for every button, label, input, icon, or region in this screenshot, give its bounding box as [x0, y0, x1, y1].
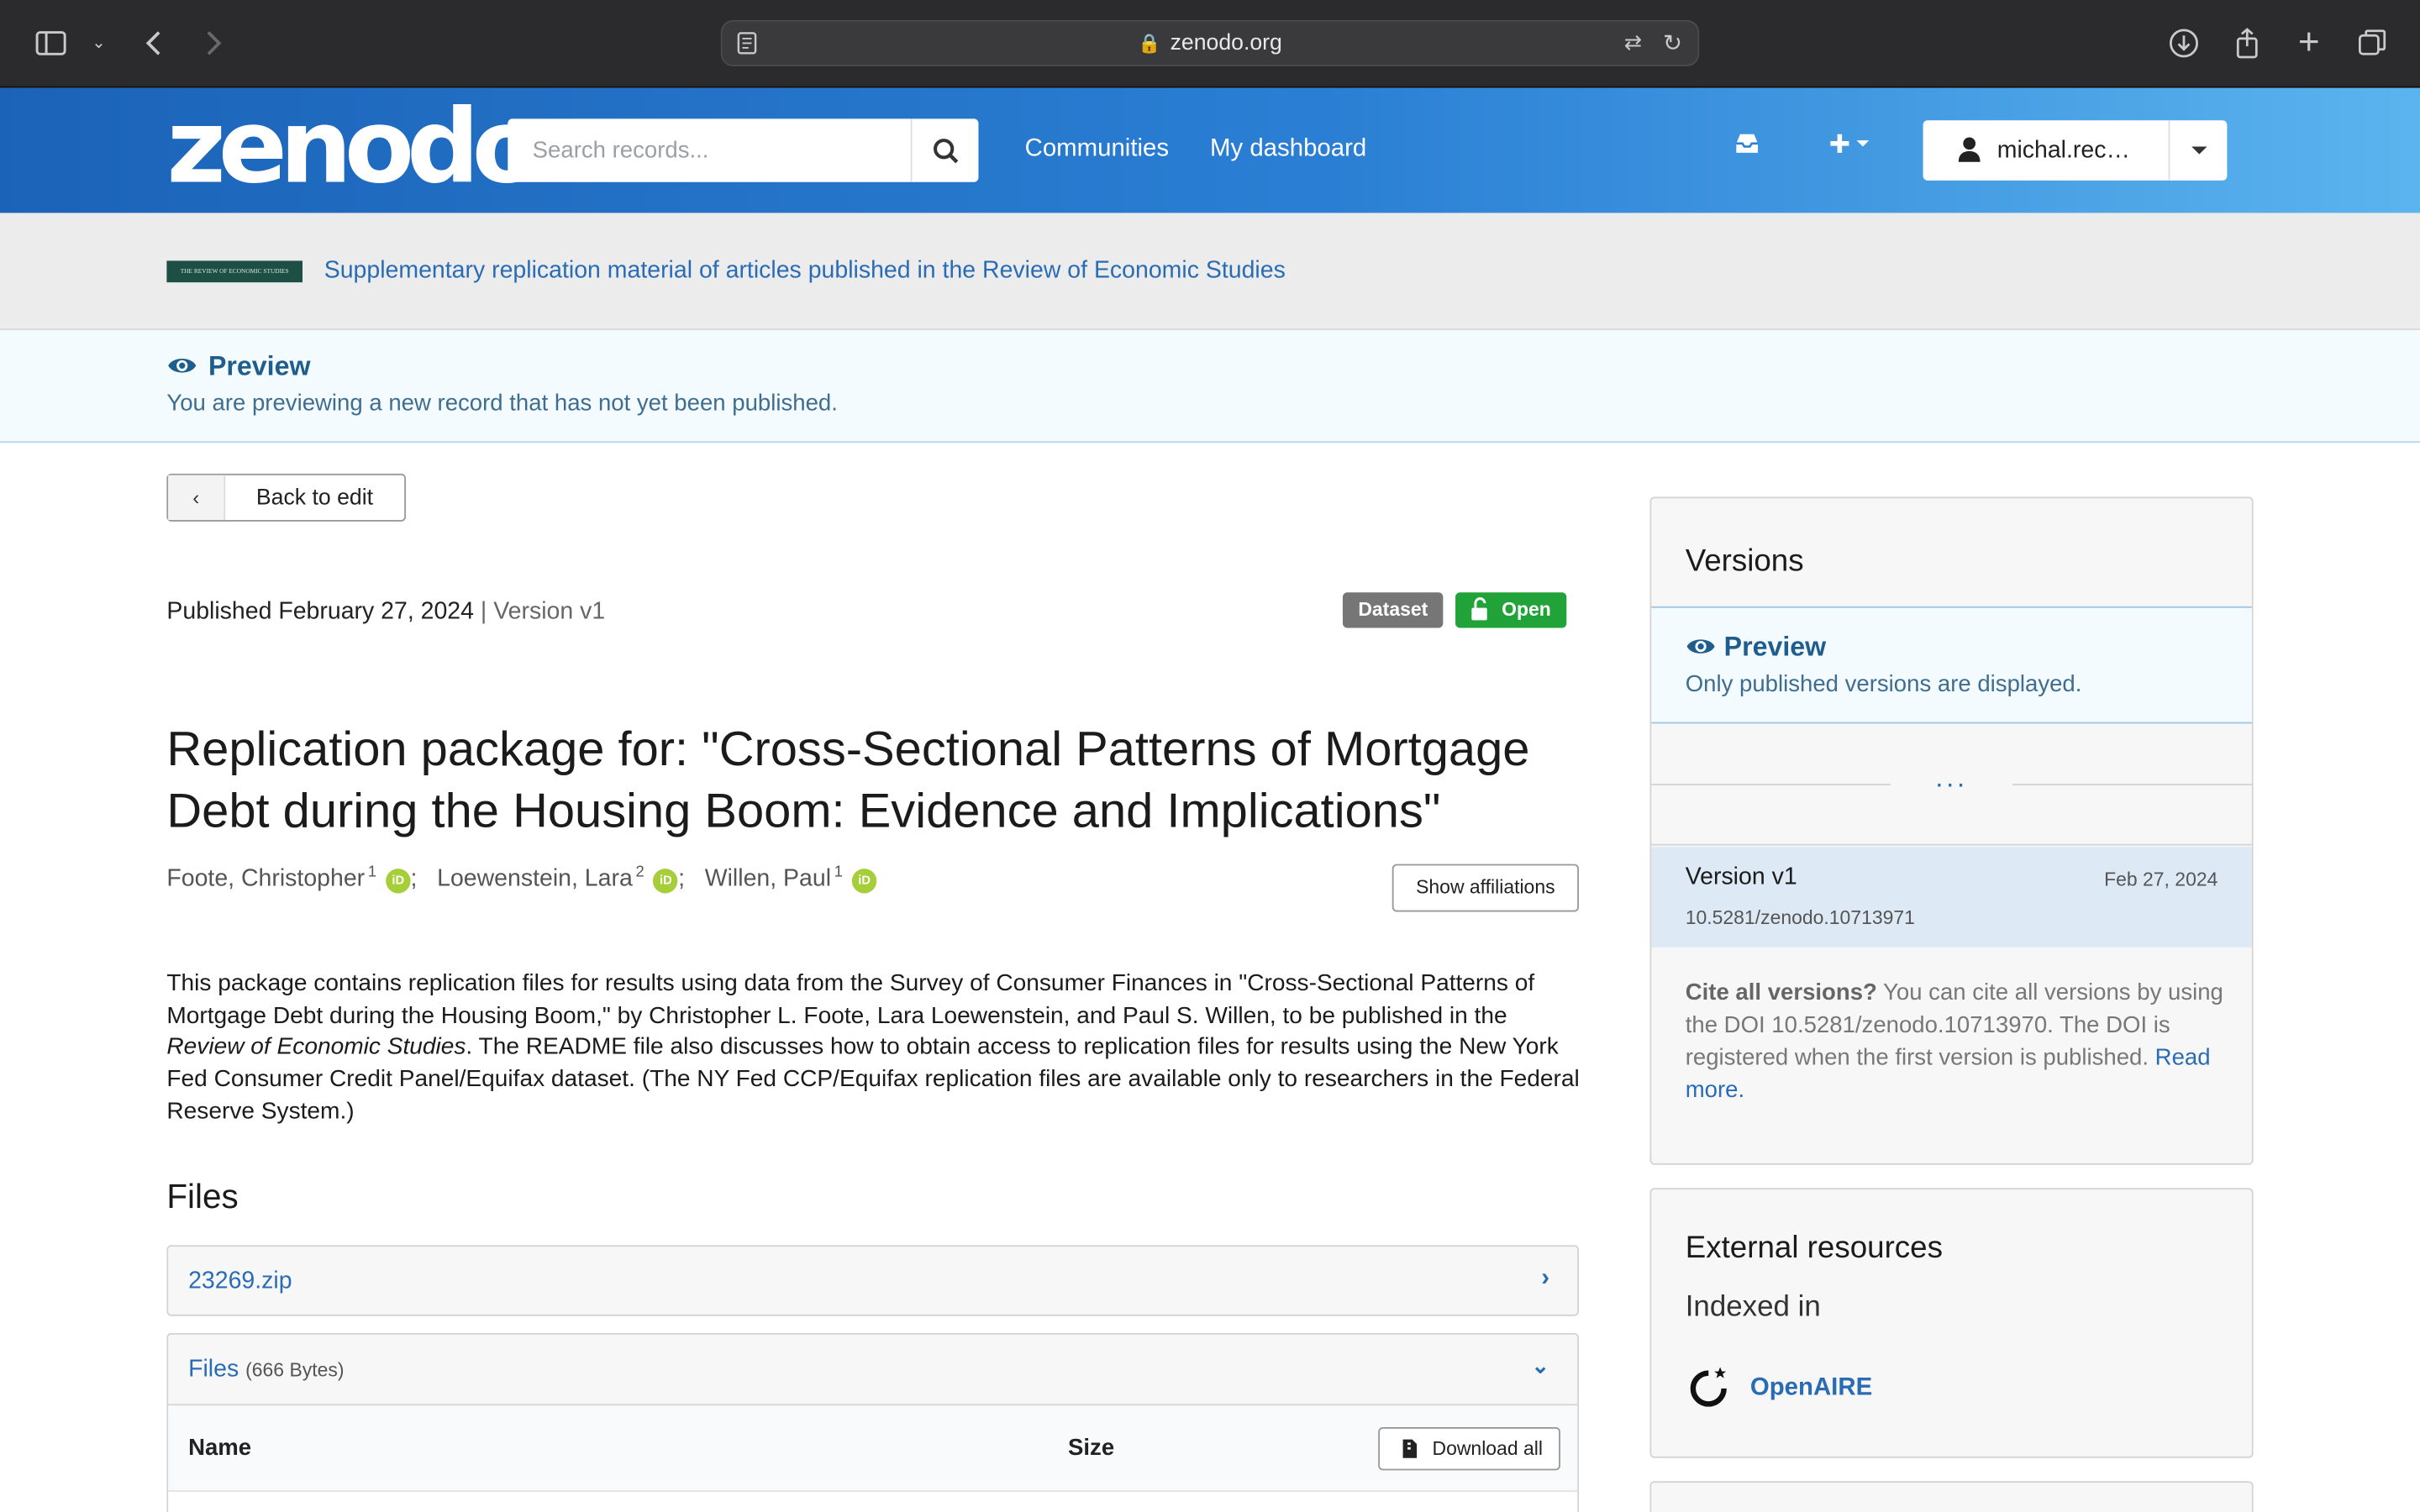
search-box: [508, 118, 979, 182]
eye-icon: [168, 359, 197, 373]
preview-title: Preview: [166, 350, 310, 383]
versions-panel: Versions Preview Only published versions…: [1649, 496, 2254, 1165]
column-name: Name: [188, 1435, 252, 1462]
access-badge[interactable]: Open: [1455, 592, 1567, 628]
forward-arrow-icon[interactable]: [196, 26, 229, 60]
files-label: Files: [188, 1356, 239, 1383]
back-arrow-icon[interactable]: [137, 26, 171, 60]
files-size: (666 Bytes): [245, 1359, 345, 1381]
url-text: zenodo.org: [1170, 30, 1282, 56]
search-icon: [933, 138, 958, 163]
file-archive-icon: [1402, 1429, 1418, 1483]
version-item-name: Version v1: [1685, 864, 1797, 890]
versions-preview-notice: Preview Only published versions are disp…: [1651, 606, 2252, 724]
creators-list: Foote, Christopher 1 iD; Loewenstein, Lara…: [166, 864, 877, 894]
community-logo[interactable]: THE REVIEW OF ECONOMIC STUDIES: [166, 260, 302, 283]
preview-banner: Preview You are previewing a new record …: [0, 330, 2420, 444]
download-all-button[interactable]: Download all: [1378, 1426, 1560, 1471]
author-link[interactable]: Willen, Paul 1: [705, 864, 843, 892]
next-sidebar-panel: [1649, 1481, 2254, 1512]
download-icon[interactable]: [2167, 26, 2201, 60]
cite-all-versions: Cite all versions? You can cite all vers…: [1685, 979, 2223, 1104]
share-icon[interactable]: [2230, 26, 2264, 60]
user-icon: [1957, 136, 1981, 170]
publication-info: Published February 27, 2024 | Version v1: [166, 598, 606, 625]
versions-ellipsis: ...: [1651, 762, 2252, 846]
new-tab-icon[interactable]: +: [2292, 24, 2326, 60]
files-table-body: [168, 1492, 1578, 1512]
translate-icon[interactable]: ⇄: [1624, 29, 1643, 55]
unlock-icon: [1470, 592, 1487, 640]
openaire-logo-icon: [1690, 1367, 1727, 1407]
back-to-edit-button[interactable]: ‹ Back to edit: [166, 473, 407, 522]
community-title-link[interactable]: Supplementary replication material of ar…: [324, 258, 1286, 286]
indexed-in-label: Indexed in: [1685, 1291, 1821, 1324]
version-item-date: Feb 27, 2024: [2104, 869, 2218, 890]
published-date: Published February 27, 2024: [166, 598, 474, 625]
search-input[interactable]: [508, 118, 911, 182]
chevron-left-icon: ‹: [168, 475, 226, 520]
chevron-right-icon: ›: [1541, 1265, 1550, 1292]
external-resources-title: External resources: [1685, 1231, 1943, 1266]
chevron-down-icon[interactable]: ⌄: [82, 26, 115, 60]
lock-icon: 🔒: [1138, 32, 1161, 55]
user-menu-button[interactable]: michal.rec…: [1923, 120, 2228, 181]
journal-name: Review of Economic Studies: [166, 1034, 466, 1061]
nav-my-dashboard[interactable]: My dashboard: [1210, 136, 1366, 164]
record-title: Replication package for: "Cross-Sectiona…: [166, 720, 1530, 838]
address-bar[interactable]: 🔒 zenodo.org ⇄ ↻: [720, 19, 1700, 66]
caret-down-icon: [2191, 146, 2207, 155]
files-accordion-header[interactable]: Files (666 Bytes) ⌄: [168, 1335, 1578, 1406]
inbox-icon[interactable]: [1733, 131, 1761, 164]
column-size: Size: [1068, 1435, 1115, 1462]
orcid-icon[interactable]: iD: [386, 869, 411, 894]
nav-communities[interactable]: Communities: [1025, 136, 1169, 164]
sidebar-toggle-icon[interactable]: [34, 26, 67, 60]
browser-toolbar: ⌄ 🔒 zenodo.org ⇄ ↻ +: [0, 0, 2420, 88]
eye-icon: [1686, 639, 1715, 654]
file-name-link[interactable]: 23269.zip: [188, 1268, 292, 1296]
zenodo-logo[interactable]: zenodo: [166, 97, 542, 199]
chevron-down-icon: ⌄: [1531, 1352, 1550, 1378]
external-resources-panel: External resources Indexed in OpenAIRE: [1649, 1188, 2254, 1458]
file-preview-accordion[interactable]: 23269.zip ›: [166, 1245, 1579, 1316]
create-plus-icon[interactable]: [1829, 131, 1876, 164]
versions-preview-title: Preview: [1723, 631, 1827, 662]
record-description: This package contains replication files …: [166, 970, 1580, 1125]
orcid-icon[interactable]: iD: [851, 869, 877, 894]
reload-icon[interactable]: ↻: [1663, 29, 1682, 57]
ellipsis-icon: ...: [1935, 762, 1968, 794]
author-link[interactable]: Foote, Christopher 1: [166, 864, 376, 892]
user-name: michal.rec…: [1996, 137, 2130, 164]
version-item[interactable]: Version v1 Feb 27, 2024 10.5281/zenodo.1…: [1651, 847, 2252, 948]
search-button[interactable]: [910, 118, 979, 182]
openaire-name: OpenAIRE: [1749, 1374, 1873, 1401]
show-affiliations-button[interactable]: Show affiliations: [1392, 864, 1579, 912]
versions-preview-text: Only published versions are displayed.: [1685, 670, 2082, 698]
versions-title: Versions: [1685, 544, 1804, 579]
user-dropdown-toggle[interactable]: [2168, 120, 2228, 181]
openaire-link[interactable]: OpenAIRE: [1686, 1366, 1872, 1415]
site-header: zenodo Communities My dashboard michal.r…: [0, 87, 2420, 213]
author-link[interactable]: Loewenstein, Lara 2: [437, 864, 644, 892]
version-label: Version v1: [493, 598, 606, 625]
tabs-overview-icon[interactable]: [2355, 26, 2389, 60]
files-heading: Files: [166, 1177, 239, 1216]
community-bar: THE REVIEW OF ECONOMIC STUDIES Supplemen…: [0, 213, 2420, 331]
resource-type-badge[interactable]: Dataset: [1342, 592, 1444, 628]
preview-text: You are previewing a new record that has…: [166, 390, 838, 417]
version-item-doi: 10.5281/zenodo.10713971: [1685, 907, 1915, 929]
files-accordion: Files (666 Bytes) ⌄ Name Size Download a…: [166, 1332, 1579, 1512]
orcid-icon[interactable]: iD: [653, 869, 679, 894]
files-table-header: Name Size Download all: [168, 1405, 1578, 1493]
